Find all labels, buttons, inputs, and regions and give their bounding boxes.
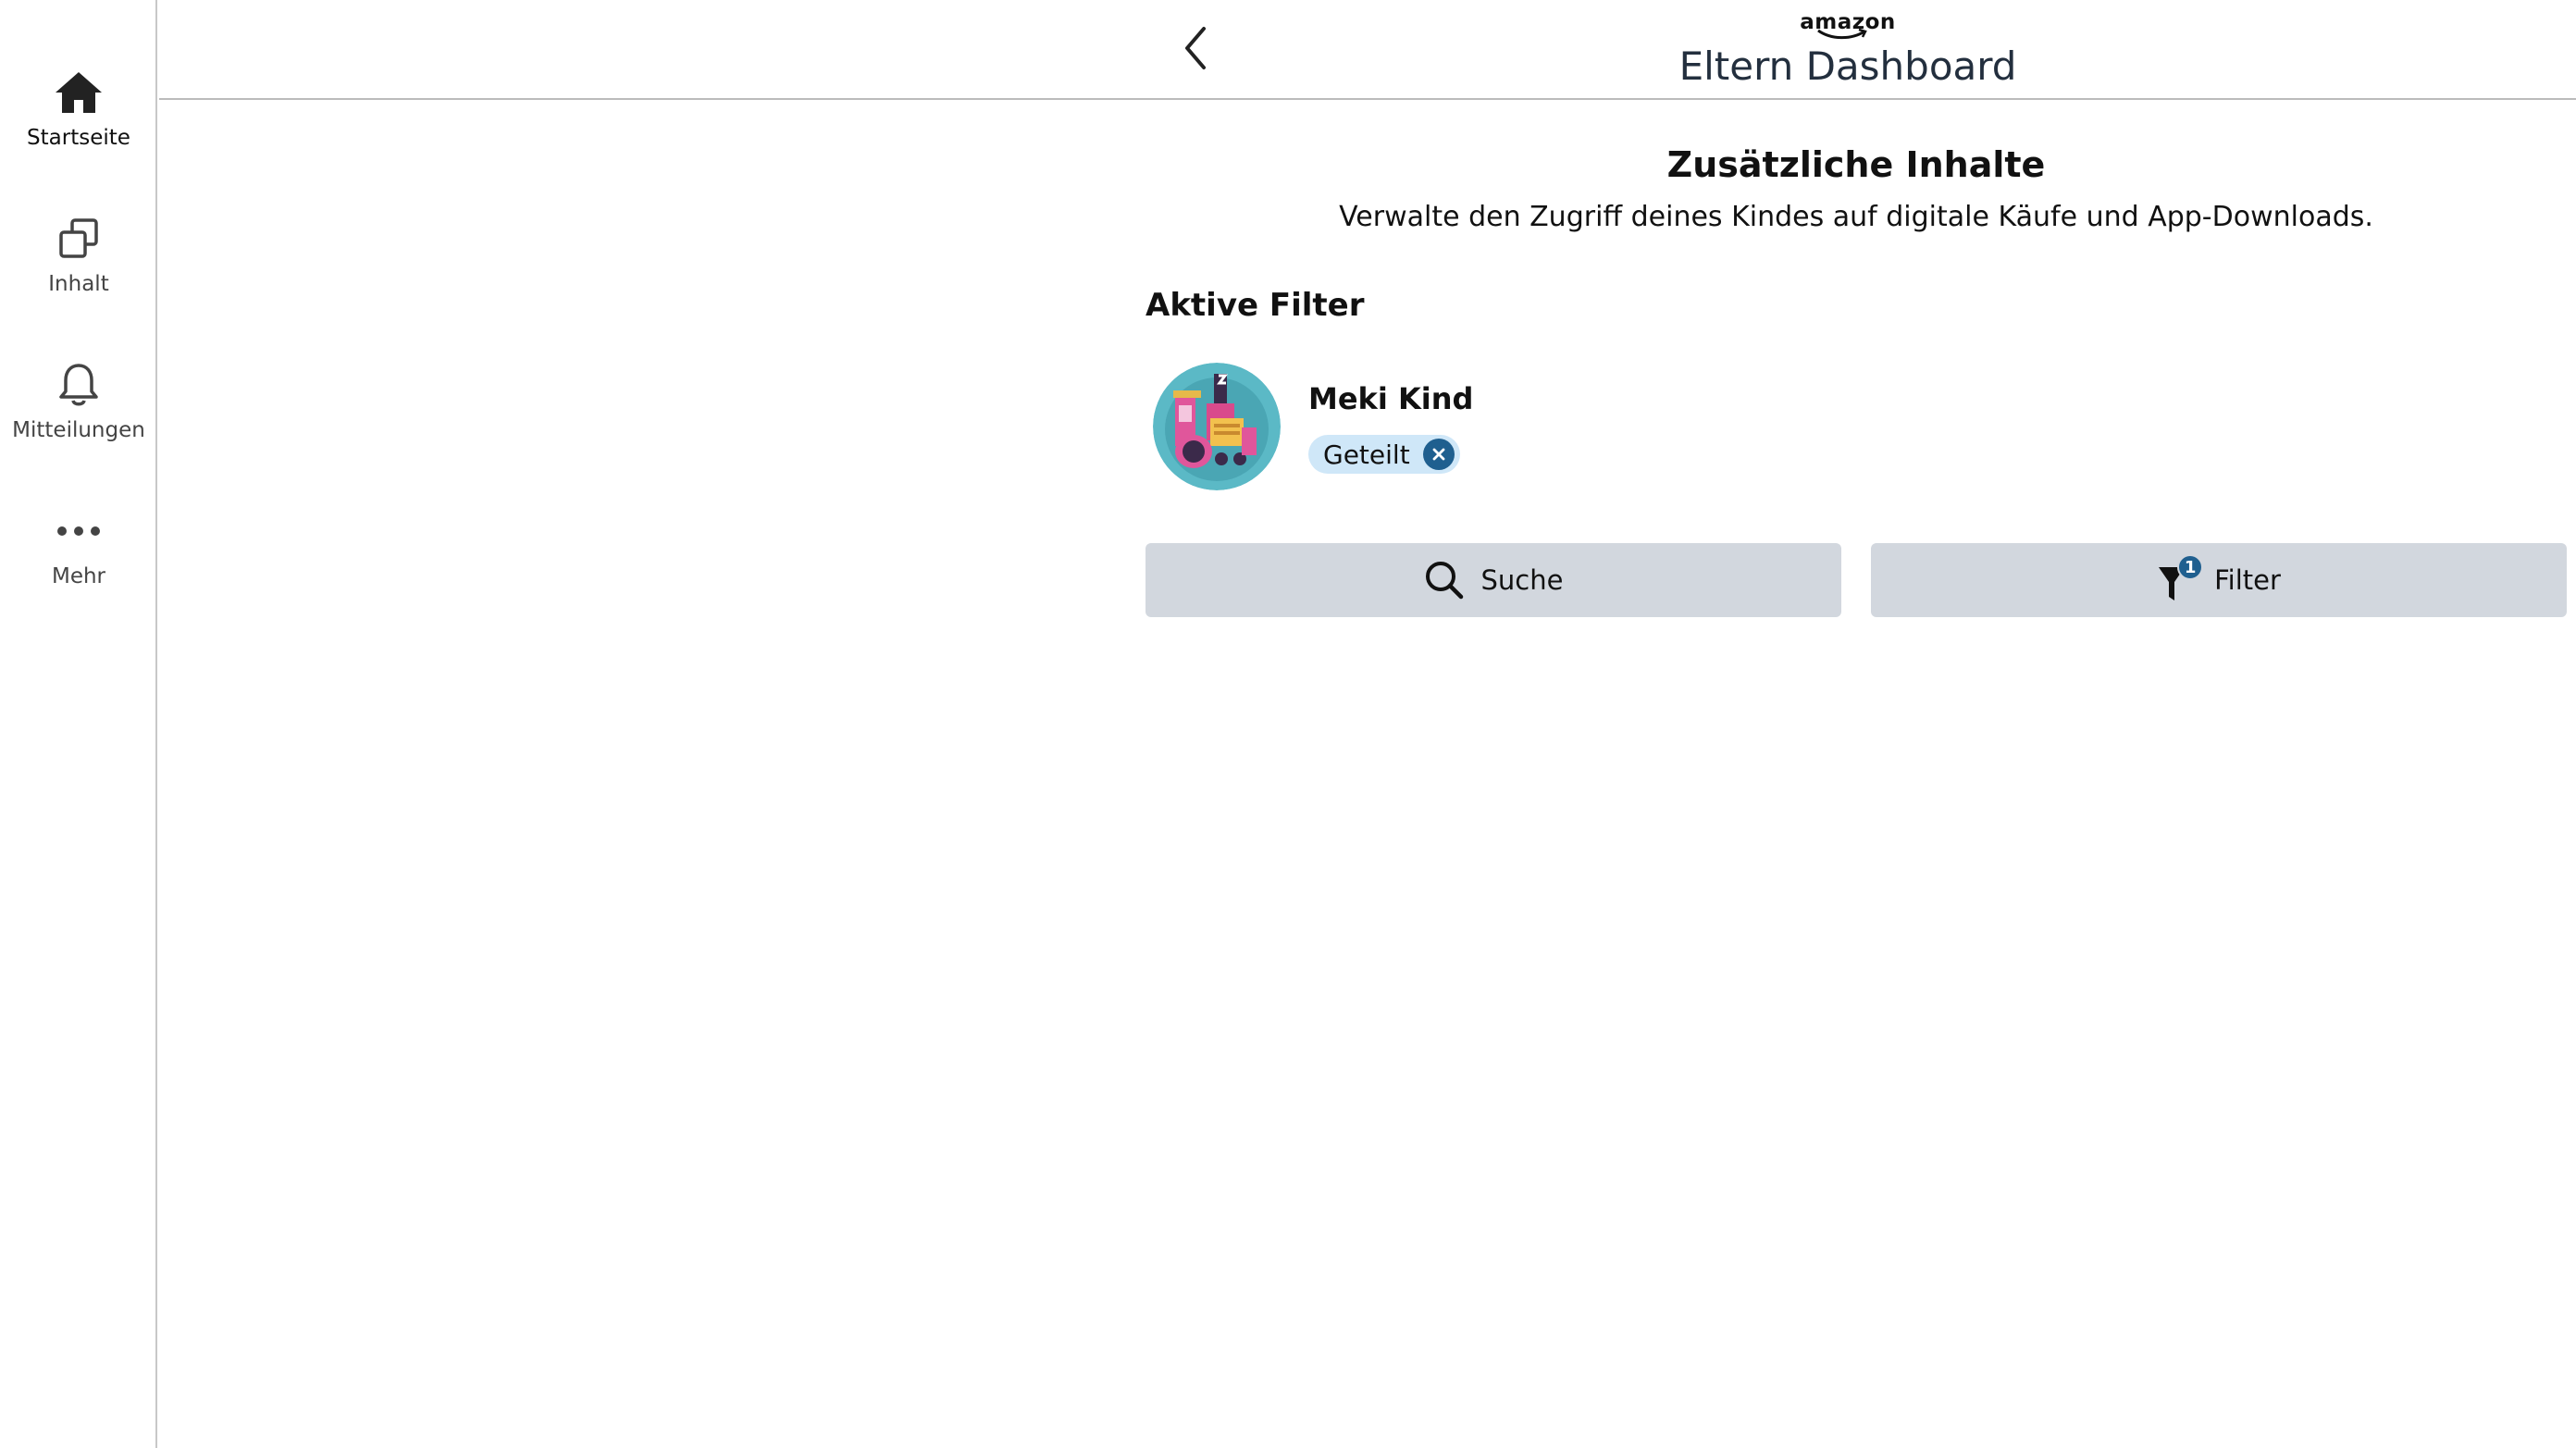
search-button-label: Suche bbox=[1480, 564, 1564, 596]
sidebar: Startseite Inhalt Mitteilungen Mehr bbox=[0, 0, 157, 1448]
sidebar-item-mitteilungen[interactable]: Mitteilungen bbox=[0, 359, 157, 442]
sidebar-item-label: Startseite bbox=[27, 126, 130, 150]
shared-filter-chip: Geteilt bbox=[1308, 435, 1460, 474]
content-copy-icon bbox=[53, 213, 105, 265]
child-profile: Meki Kind Geteilt bbox=[1146, 363, 1793, 492]
filter-count-badge: 1 bbox=[2177, 554, 2204, 580]
back-button[interactable] bbox=[1163, 19, 1228, 78]
filter-button[interactable]: 1 Filter bbox=[1871, 543, 2567, 617]
filter-icon-wrap: 1 bbox=[2157, 554, 2204, 604]
page-subtitle: Verwalte den Zugriff deines Kindes auf d… bbox=[1339, 201, 2373, 233]
active-filters-heading: Aktive Filter bbox=[1146, 287, 1365, 324]
sidebar-item-startseite[interactable]: Startseite bbox=[0, 67, 157, 150]
sidebar-item-label: Mitteilungen bbox=[12, 418, 145, 442]
amazon-smile-icon bbox=[1817, 28, 1867, 40]
filter-button-label: Filter bbox=[2214, 564, 2281, 596]
header: amazon Eltern Dashboard bbox=[159, 0, 2576, 100]
home-icon bbox=[53, 67, 105, 118]
brand: amazon Eltern Dashboard bbox=[1677, 9, 2019, 89]
chevron-left-icon bbox=[1185, 27, 1206, 69]
remove-filter-button[interactable] bbox=[1422, 439, 1455, 470]
child-name: Meki Kind bbox=[1308, 381, 1474, 416]
page-header-title: Eltern Dashboard bbox=[1678, 43, 2017, 89]
bell-icon bbox=[53, 359, 105, 411]
sidebar-item-label: Inhalt bbox=[48, 272, 109, 296]
search-button[interactable]: Suche bbox=[1146, 543, 1841, 617]
sidebar-item-mehr[interactable]: Mehr bbox=[0, 505, 157, 588]
sidebar-item-label: Mehr bbox=[51, 564, 106, 588]
close-icon bbox=[1432, 448, 1445, 461]
search-icon bbox=[1425, 562, 1463, 600]
page-title: Zusätzliche Inhalte bbox=[1666, 144, 2046, 185]
chip-label: Geteilt bbox=[1323, 439, 1410, 470]
sidebar-item-inhalt[interactable]: Inhalt bbox=[0, 213, 157, 296]
amazon-logo: amazon bbox=[1800, 9, 1896, 40]
train-avatar-icon bbox=[1153, 363, 1281, 490]
more-dots-icon bbox=[53, 505, 105, 557]
